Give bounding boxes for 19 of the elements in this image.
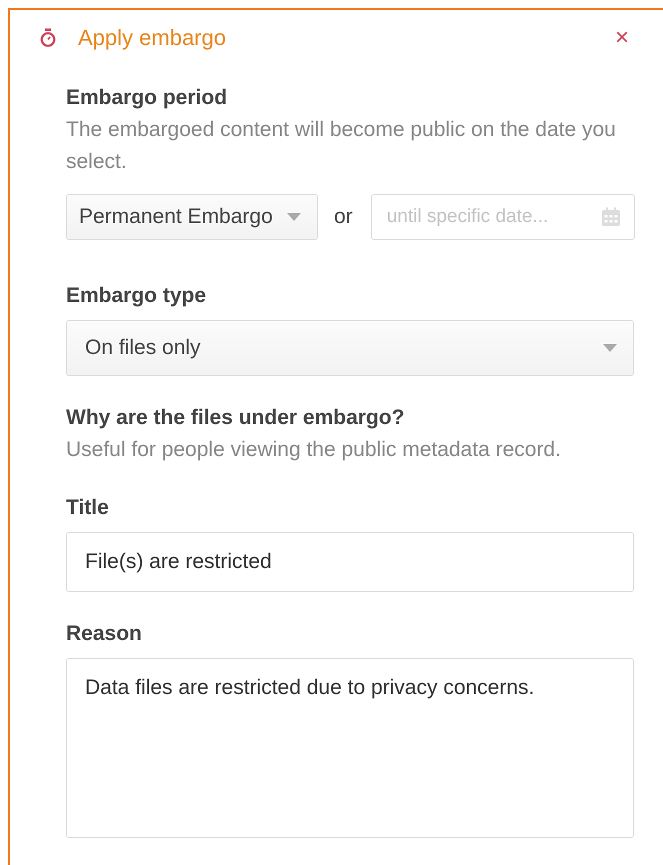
calendar-icon bbox=[600, 207, 621, 227]
type-select[interactable]: On files only bbox=[66, 320, 634, 376]
field-label: Title bbox=[66, 496, 110, 520]
help-text: The embargoed content will become public on the date you select. bbox=[66, 117, 617, 175]
title-field[interactable]: File(s) are restricted bbox=[66, 532, 634, 592]
caret-icon bbox=[603, 344, 617, 352]
help-text: Useful for people viewing the public metadata record. bbox=[66, 437, 562, 463]
or-text: or bbox=[334, 205, 353, 229]
stopwatch-icon bbox=[40, 28, 56, 48]
dialog-title: Apply embargo bbox=[78, 25, 227, 51]
date-field[interactable]: until specific date... bbox=[370, 194, 635, 240]
field-label: Embargo type bbox=[66, 284, 208, 308]
caret-icon bbox=[287, 213, 301, 221]
reason-field[interactable]: Data files are restricted due to privacy concerns. bbox=[66, 658, 634, 838]
period-select[interactable]: Permanent Embargo bbox=[66, 194, 318, 240]
close-button[interactable]: × bbox=[610, 26, 633, 50]
section-heading: Why are the files under embargo? bbox=[66, 406, 406, 430]
field-label: Reason bbox=[66, 622, 143, 646]
field-label: Embargo period bbox=[66, 86, 228, 110]
